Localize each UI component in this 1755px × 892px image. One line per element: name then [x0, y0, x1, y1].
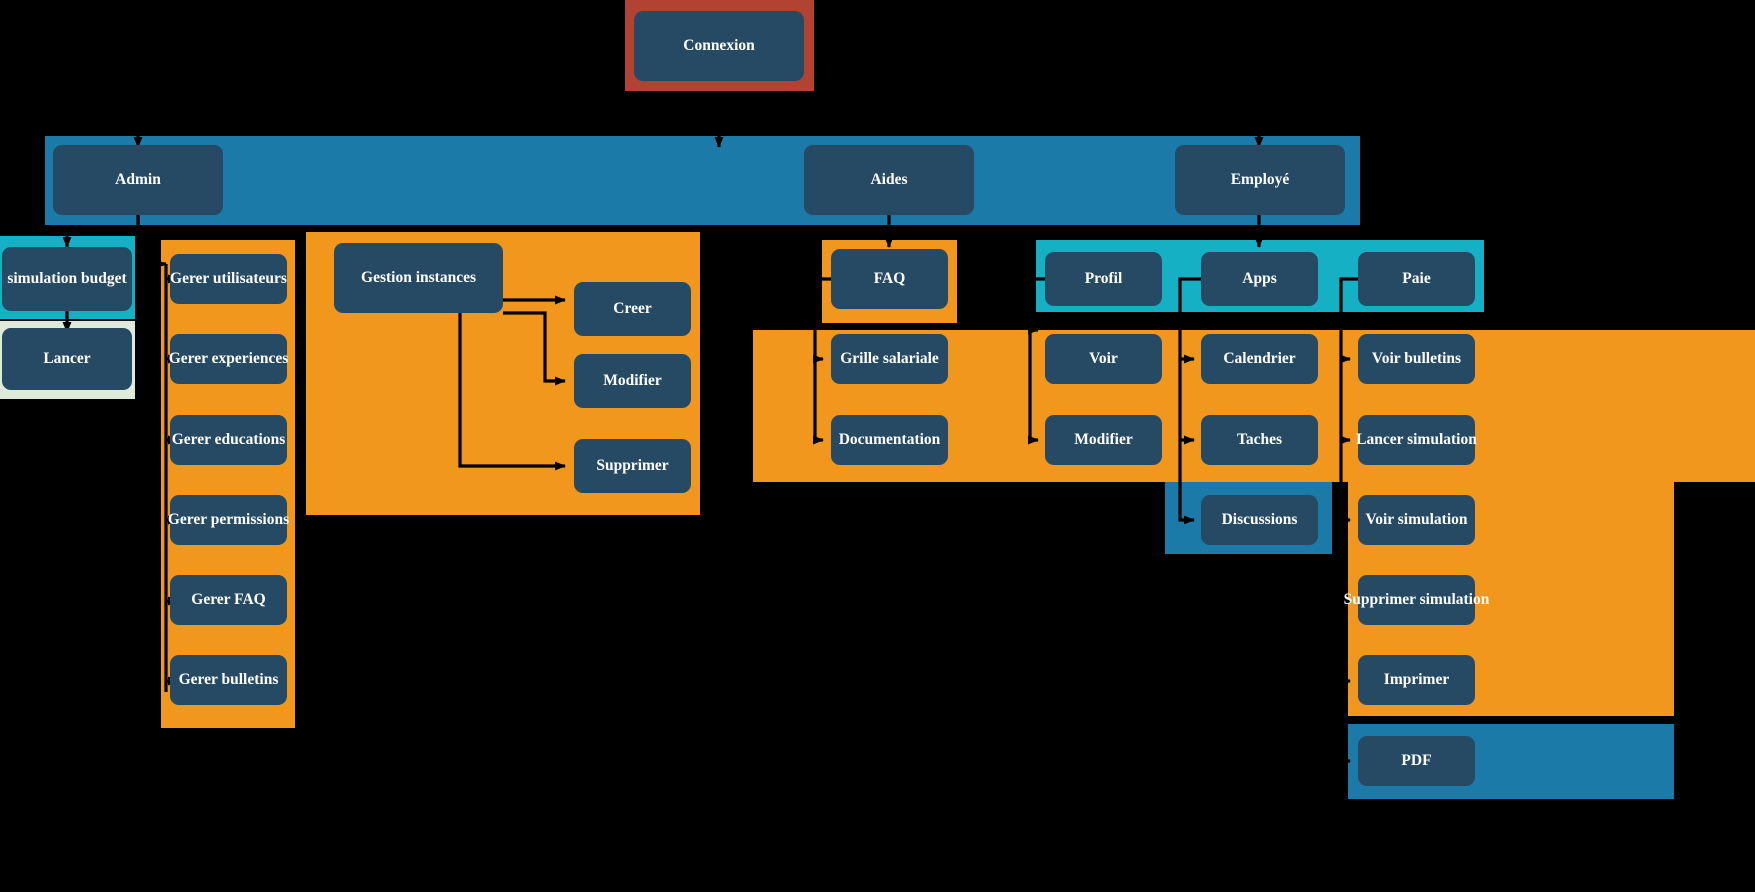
node-paie[interactable]: Paie	[1358, 252, 1475, 306]
node-gerer-bulletins[interactable]: Gerer bulletins	[170, 655, 287, 705]
node-connexion[interactable]: Connexion	[634, 11, 804, 81]
node-imprimer[interactable]: Imprimer	[1358, 655, 1475, 705]
node-calendrier[interactable]: Calendrier	[1201, 334, 1318, 384]
node-gestion-instances[interactable]: Gestion instances	[334, 243, 503, 313]
node-voir-bulletins[interactable]: Voir bulletins	[1358, 334, 1475, 384]
node-modifier-profil[interactable]: Modifier	[1045, 415, 1162, 465]
node-faq[interactable]: FAQ	[831, 249, 948, 309]
node-apps[interactable]: Apps	[1201, 252, 1318, 306]
node-simulation-budget[interactable]: simulation budget	[2, 247, 132, 311]
node-supprimer-simulation[interactable]: Supprimer simulation	[1344, 575, 1489, 625]
node-voir-simulation[interactable]: Voir simulation	[1358, 495, 1475, 545]
roles-band	[45, 136, 1360, 225]
node-creer[interactable]: Creer	[574, 282, 691, 336]
node-voir-profil[interactable]: Voir	[1045, 334, 1162, 384]
node-gerer-permissions[interactable]: Gerer permissions	[168, 495, 289, 545]
node-grille-salariale[interactable]: Grille salariale	[831, 334, 948, 384]
node-modifier-instance[interactable]: Modifier	[574, 354, 691, 408]
node-admin[interactable]: Admin	[53, 145, 223, 215]
node-profil[interactable]: Profil	[1045, 252, 1162, 306]
node-employe[interactable]: Employé	[1175, 145, 1345, 215]
node-gerer-faq[interactable]: Gerer FAQ	[170, 575, 287, 625]
node-pdf[interactable]: PDF	[1358, 736, 1475, 786]
node-aides[interactable]: Aides	[804, 145, 974, 215]
node-taches[interactable]: Taches	[1201, 415, 1318, 465]
node-documentation[interactable]: Documentation	[831, 415, 948, 465]
node-gerer-utilisateurs[interactable]: Gerer utilisateurs	[170, 254, 287, 304]
node-lancer[interactable]: Lancer	[2, 328, 132, 390]
node-discussions[interactable]: Discussions	[1201, 495, 1318, 545]
node-gerer-educations[interactable]: Gerer educations	[170, 415, 287, 465]
flowchart-canvas: Connexion Admin Aides Employé simulation…	[0, 0, 1755, 892]
node-lancer-simulation[interactable]: Lancer simulation	[1356, 415, 1477, 465]
node-supprimer-instance[interactable]: Supprimer	[574, 439, 691, 493]
node-gerer-experiences[interactable]: Gerer experiences	[169, 334, 288, 384]
